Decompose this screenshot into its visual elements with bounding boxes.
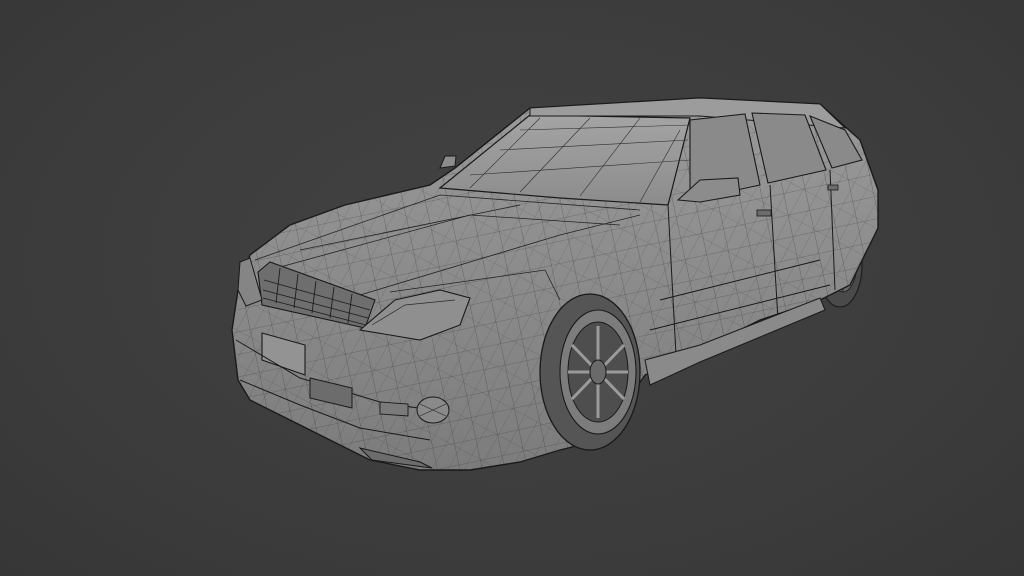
windshield xyxy=(438,114,691,206)
car-wireframe-model xyxy=(231,97,879,471)
left-mirror xyxy=(439,155,457,169)
front-wheel xyxy=(539,293,641,451)
3d-viewport[interactable] xyxy=(0,0,1024,576)
